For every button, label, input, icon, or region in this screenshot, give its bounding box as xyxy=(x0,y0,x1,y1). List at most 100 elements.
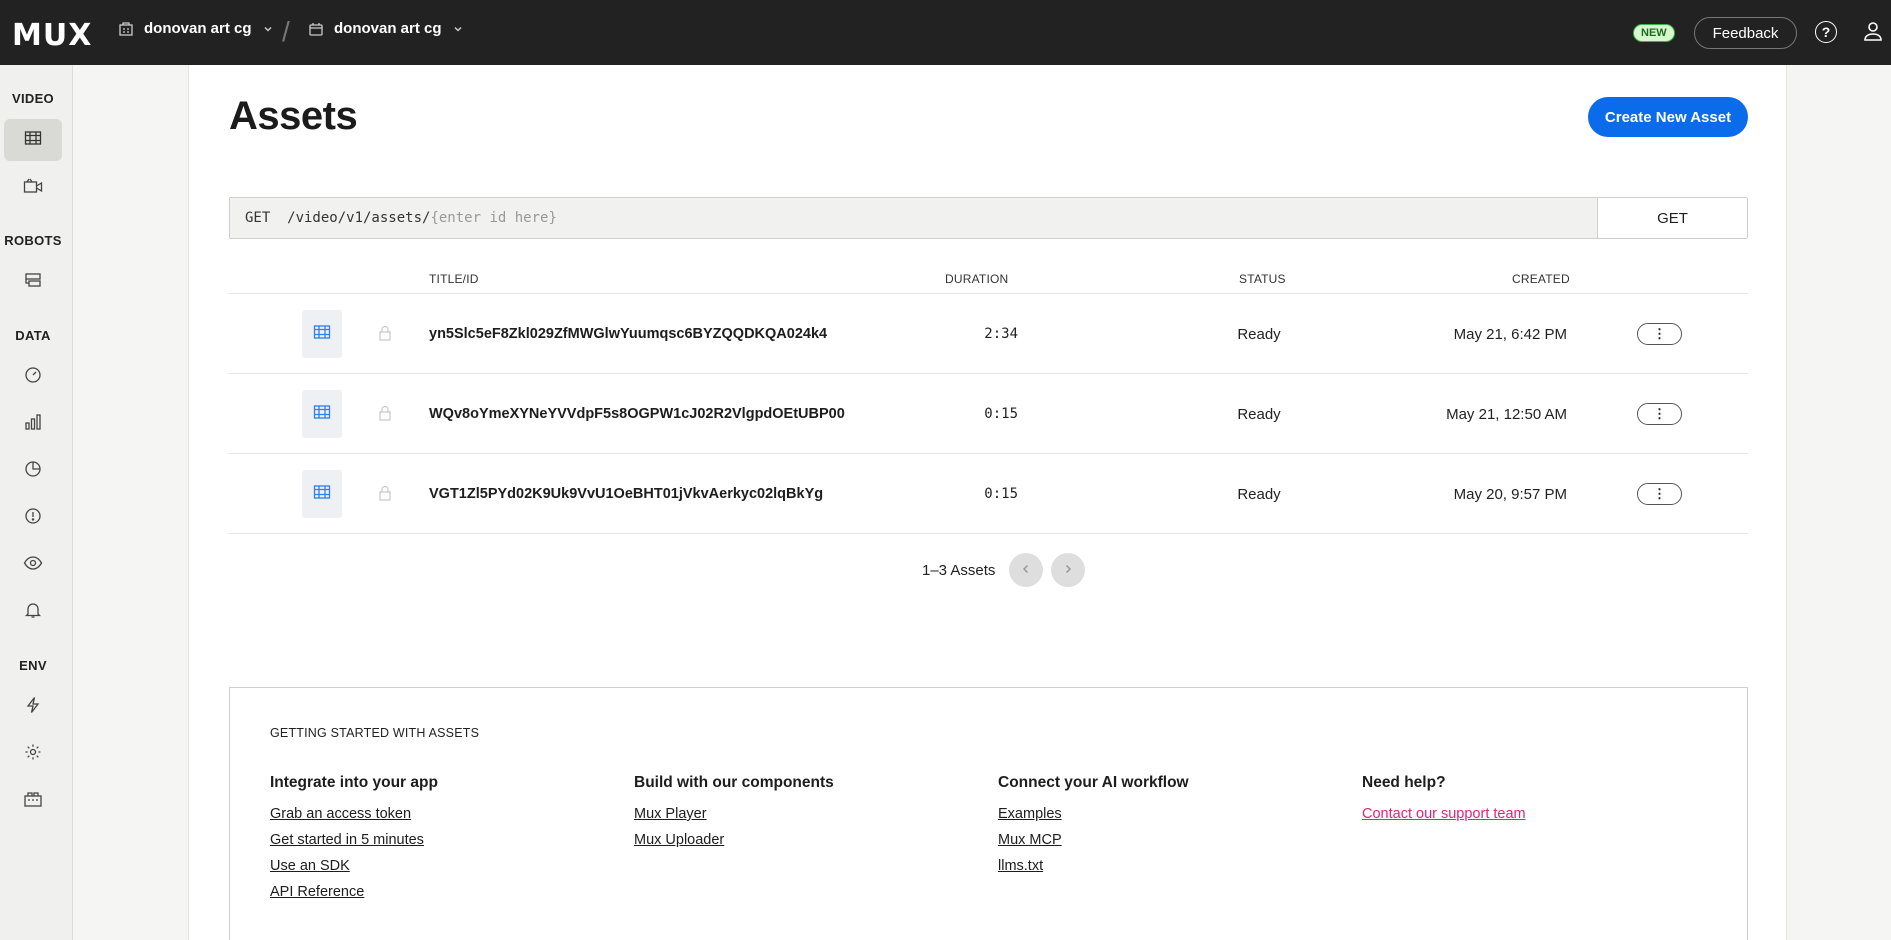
chevron-left-icon xyxy=(1020,563,1032,578)
link-api-reference[interactable]: API Reference xyxy=(270,884,610,900)
top-bar: MUX donovan art cg / donovan art cg NEW … xyxy=(0,0,1891,65)
asset-duration: 0:15 xyxy=(984,406,1018,422)
film-icon xyxy=(24,130,42,151)
new-badge[interactable]: NEW xyxy=(1633,24,1675,42)
lightning-icon xyxy=(25,696,41,719)
column-heading: Build with our components xyxy=(634,774,834,791)
sidebar: VIDEO ROBOTS DATA ENV xyxy=(0,65,73,940)
getting-started-column: Connect your AI workflow Examples Mux MC… xyxy=(998,774,1338,884)
sidebar-item-views[interactable] xyxy=(4,544,62,586)
column-heading: Need help? xyxy=(1362,774,1446,791)
main-content: Assets Create New Asset GET /video/v1/as… xyxy=(188,65,1787,940)
asset-status: Ready xyxy=(1237,406,1281,423)
sidebar-item-charts[interactable] xyxy=(4,403,62,445)
sidebar-heading-env: ENV xyxy=(19,658,47,673)
asset-id-input[interactable] xyxy=(430,198,1597,238)
sidebar-item-webhooks[interactable] xyxy=(4,686,62,728)
column-header-status[interactable]: STATUS xyxy=(1239,272,1286,286)
link-llms-txt[interactable]: llms.txt xyxy=(998,858,1338,874)
asset-id[interactable]: WQv8oYmeXYNeYVVdpF5s8OGPW1cJ02R2VlgpdOEt… xyxy=(429,406,845,422)
eye-icon xyxy=(23,555,43,576)
asset-created: May 21, 6:42 PM xyxy=(1453,326,1567,343)
lock-icon xyxy=(378,405,392,426)
getting-started-column: Need help? Contact our support team xyxy=(1362,774,1702,832)
mux-logo[interactable]: MUX xyxy=(12,18,92,53)
asset-duration: 2:34 xyxy=(984,326,1018,342)
bell-icon xyxy=(24,601,42,624)
film-icon xyxy=(313,484,331,505)
asset-thumbnail[interactable] xyxy=(302,310,342,358)
more-options-button[interactable]: ⋮ xyxy=(1637,403,1682,425)
link-mux-mcp[interactable]: Mux MCP xyxy=(998,832,1338,848)
getting-started-column: Integrate into your app Grab an access t… xyxy=(270,774,610,910)
assets-table: TITLE/ID DURATION STATUS CREATED yn5Slc5… xyxy=(229,265,1748,534)
sidebar-item-settings[interactable] xyxy=(4,733,62,775)
asset-id[interactable]: VGT1Zl5PYd02K9Uk9VvU1OeBHT01jVkvAerkyc02… xyxy=(429,486,823,502)
env-name: donovan art cg xyxy=(334,20,442,37)
lock-icon xyxy=(378,485,392,506)
video-camera-icon xyxy=(23,178,43,199)
api-lookup-bar: GET /video/v1/assets/ GET xyxy=(229,197,1748,239)
next-page-button[interactable] xyxy=(1051,553,1086,587)
api-path-prefix: GET /video/v1/assets/ xyxy=(245,210,431,226)
previous-page-button[interactable] xyxy=(1009,553,1044,587)
sidebar-item-environments[interactable] xyxy=(4,780,62,822)
getting-started-column: Build with our components Mux Player Mux… xyxy=(634,774,974,858)
more-options-button[interactable]: ⋮ xyxy=(1637,483,1682,505)
sidebar-item-anomalies[interactable] xyxy=(4,497,62,539)
asset-thumbnail[interactable] xyxy=(302,470,342,518)
org-name: donovan art cg xyxy=(144,20,252,37)
table-row[interactable]: yn5Slc5eF8Zkl029ZfMWGlwYuumqsc6BYZQQDKQA… xyxy=(229,294,1748,374)
more-options-button[interactable]: ⋮ xyxy=(1637,323,1682,345)
sidebar-item-live-streams[interactable] xyxy=(4,167,62,209)
link-mux-player[interactable]: Mux Player xyxy=(634,806,974,822)
table-row[interactable]: WQv8oYmeXYNeYVVdpF5s8OGPW1cJ02R2VlgpdOEt… xyxy=(229,374,1748,454)
get-button[interactable]: GET xyxy=(1597,198,1747,238)
bar-chart-icon xyxy=(24,413,42,436)
env-switcher[interactable]: donovan art cg xyxy=(308,20,464,37)
asset-thumbnail[interactable] xyxy=(302,390,342,438)
user-icon[interactable] xyxy=(1864,20,1882,47)
column-header-created[interactable]: CREATED xyxy=(1512,272,1570,286)
column-heading: Integrate into your app xyxy=(270,774,438,791)
asset-id[interactable]: yn5Slc5eF8Zkl029ZfMWGlwYuumqsc6BYZQQDKQA… xyxy=(429,326,827,342)
pagination: 1–3 Assets xyxy=(922,553,1086,587)
feedback-button[interactable]: Feedback xyxy=(1694,17,1797,49)
table-row[interactable]: VGT1Zl5PYd02K9Uk9VvU1OeBHT01jVkvAerkyc02… xyxy=(229,454,1748,534)
building-icon xyxy=(118,21,134,37)
help-icon[interactable]: ? xyxy=(1815,21,1837,43)
asset-status: Ready xyxy=(1237,326,1281,343)
pie-chart-icon xyxy=(24,460,42,483)
gear-icon xyxy=(24,743,42,766)
environment-icon xyxy=(308,21,324,37)
chevron-down-icon xyxy=(262,23,274,35)
sidebar-item-alerts[interactable] xyxy=(4,591,62,633)
link-use-sdk[interactable]: Use an SDK xyxy=(270,858,610,874)
buildings-icon xyxy=(23,790,43,813)
sidebar-heading-data: DATA xyxy=(15,328,51,343)
chevron-right-icon xyxy=(1062,563,1074,578)
column-header-title[interactable]: TITLE/ID xyxy=(429,272,479,286)
sidebar-item-breakdowns[interactable] xyxy=(4,450,62,492)
film-icon xyxy=(313,324,331,345)
alert-circle-icon xyxy=(24,507,42,530)
column-header-duration[interactable]: DURATION xyxy=(945,272,1008,286)
asset-created: May 21, 12:50 AM xyxy=(1446,406,1567,423)
sidebar-item-assets[interactable] xyxy=(4,119,62,161)
asset-status: Ready xyxy=(1237,486,1281,503)
link-mux-uploader[interactable]: Mux Uploader xyxy=(634,832,974,848)
sidebar-item-robots[interactable] xyxy=(4,261,62,303)
link-get-started[interactable]: Get started in 5 minutes xyxy=(270,832,610,848)
pagination-label: 1–3 Assets xyxy=(922,561,996,579)
sidebar-item-metrics[interactable] xyxy=(4,356,62,398)
link-examples[interactable]: Examples xyxy=(998,806,1338,822)
breadcrumb-separator: / xyxy=(282,16,290,47)
gauge-icon xyxy=(24,366,42,389)
link-contact-support[interactable]: Contact our support team xyxy=(1362,806,1702,822)
table-header: TITLE/ID DURATION STATUS CREATED xyxy=(229,265,1748,294)
link-access-token[interactable]: Grab an access token xyxy=(270,806,610,822)
asset-created: May 20, 9:57 PM xyxy=(1453,486,1567,503)
getting-started-title: GETTING STARTED WITH ASSETS xyxy=(270,726,480,740)
org-switcher[interactable]: donovan art cg xyxy=(118,20,274,37)
create-new-asset-button[interactable]: Create New Asset xyxy=(1588,97,1748,137)
